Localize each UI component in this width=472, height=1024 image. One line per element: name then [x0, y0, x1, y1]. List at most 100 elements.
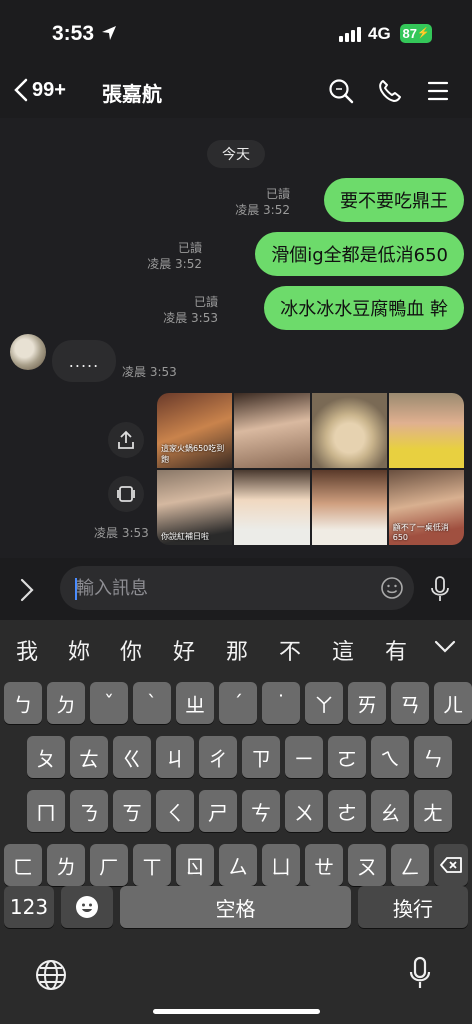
- message-input-field[interactable]: [60, 566, 414, 610]
- zhuyin-key[interactable]: ㄝ: [305, 844, 343, 886]
- contact-avatar[interactable]: [10, 334, 46, 370]
- zhuyin-key[interactable]: ˋ: [133, 682, 171, 724]
- zhuyin-key[interactable]: ㄧ: [285, 736, 323, 778]
- zhuyin-key[interactable]: ㄟ: [371, 736, 409, 778]
- message-time: 凌晨 3:53: [94, 526, 149, 540]
- zhuyin-key[interactable]: ㄌ: [47, 844, 85, 886]
- zhuyin-key[interactable]: ㄒ: [133, 844, 171, 886]
- zhuyin-key[interactable]: ㄔ: [199, 736, 237, 778]
- zhuyin-key[interactable]: ˊ: [219, 682, 257, 724]
- space-key[interactable]: 空格: [120, 886, 351, 928]
- status-bar: 3:53 4G 87 ⚡: [0, 0, 472, 66]
- photo-thumbnail[interactable]: [388, 393, 464, 468]
- candidate-word[interactable]: 我: [16, 634, 38, 666]
- back-button[interactable]: 99+: [14, 78, 66, 102]
- chat-title[interactable]: 張嘉航: [102, 78, 162, 107]
- zhuyin-key[interactable]: ㄕ: [199, 790, 237, 832]
- candidate-word[interactable]: 好: [173, 634, 195, 666]
- candidate-word[interactable]: 這: [332, 634, 354, 666]
- read-receipt: 已讀: [177, 241, 202, 255]
- globe-icon[interactable]: [35, 959, 67, 991]
- zhuyin-key[interactable]: ㄜ: [328, 790, 366, 832]
- emoji-icon[interactable]: [380, 576, 404, 600]
- zhuyin-key[interactable]: ㄞ: [348, 682, 386, 724]
- zhuyin-key[interactable]: ㄅ: [4, 682, 42, 724]
- candidate-word[interactable]: 你: [120, 634, 142, 666]
- zhuyin-key[interactable]: ㄗ: [242, 736, 280, 778]
- photo-thumbnail[interactable]: [234, 470, 310, 545]
- candidate-word[interactable]: 妳: [68, 634, 90, 666]
- microphone-icon[interactable]: [430, 575, 450, 603]
- numbers-key[interactable]: 123: [4, 886, 54, 928]
- photo-thumbnail[interactable]: 你說紅補日啦: [157, 470, 233, 545]
- incoming-message[interactable]: .....: [52, 340, 116, 382]
- zhuyin-key[interactable]: ㄍ: [113, 736, 151, 778]
- zhuyin-key[interactable]: ㄉ: [47, 682, 85, 724]
- zhuyin-key[interactable]: ㄑ: [156, 790, 194, 832]
- chevron-right-icon[interactable]: [20, 578, 34, 602]
- zhuyin-key[interactable]: ㄢ: [391, 682, 429, 724]
- zhuyin-key[interactable]: ㄎ: [113, 790, 151, 832]
- zhuyin-key[interactable]: ˙: [262, 682, 300, 724]
- message-time: 凌晨 3:53: [163, 311, 218, 325]
- photo-caption: 這家火鍋650吃到飽: [161, 444, 225, 464]
- cellular-signal-icon: [339, 27, 361, 42]
- dictation-microphone-icon[interactable]: [409, 956, 431, 990]
- message-meta: 已讀 凌晨 3:53: [163, 294, 218, 326]
- zhuyin-key[interactable]: ㄛ: [328, 736, 366, 778]
- delete-key[interactable]: [434, 844, 468, 886]
- photo-thumbnail[interactable]: 顧不了一桌低消650: [388, 470, 464, 545]
- message-time: 凌晨 3:52: [147, 257, 202, 271]
- message-time: 凌晨 3:53: [122, 365, 177, 379]
- read-receipt: 已讀: [265, 187, 290, 201]
- zhuyin-key[interactable]: ㄆ: [27, 736, 65, 778]
- return-key[interactable]: 換行: [358, 886, 468, 928]
- zhuyin-key[interactable]: ㄇ: [27, 790, 65, 832]
- phone-icon[interactable]: [377, 78, 403, 104]
- photo-thumbnail[interactable]: [311, 393, 387, 468]
- outgoing-message[interactable]: 滑個ig全都是低消650: [255, 232, 464, 276]
- location-arrow-icon: [102, 26, 116, 40]
- zhuyin-key[interactable]: ㄩ: [262, 844, 300, 886]
- candidate-word[interactable]: 不: [279, 634, 301, 666]
- candidate-word[interactable]: 有: [385, 634, 407, 666]
- zhuyin-key[interactable]: ㄡ: [348, 844, 386, 886]
- save-album-button[interactable]: [108, 476, 144, 512]
- status-time: 3:53: [52, 22, 95, 45]
- zhuyin-key[interactable]: ㄚ: [305, 682, 343, 724]
- zhuyin-key[interactable]: ㄐ: [156, 736, 194, 778]
- zhuyin-key[interactable]: ㄘ: [242, 790, 280, 832]
- photo-grid-message[interactable]: 這家火鍋650吃到飽 你說紅補日啦 顧不了一桌低消650: [157, 393, 464, 545]
- outgoing-message[interactable]: 要不要吃鼎王: [324, 178, 464, 222]
- zhuyin-key[interactable]: ㄖ: [176, 844, 214, 886]
- zhuyin-key[interactable]: ㄠ: [371, 790, 409, 832]
- message-meta: 已讀 凌晨 3:52: [235, 186, 290, 218]
- home-indicator: [153, 1009, 320, 1014]
- photo-thumbnail[interactable]: 這家火鍋650吃到飽: [157, 393, 233, 468]
- message-input[interactable]: [76, 566, 366, 610]
- zhuyin-key[interactable]: ˇ: [90, 682, 128, 724]
- zhuyin-key[interactable]: ㄊ: [70, 736, 108, 778]
- chevron-down-icon[interactable]: [434, 640, 456, 654]
- zhuyin-key[interactable]: ㄨ: [285, 790, 323, 832]
- zhuyin-keyboard: 我 妳 你 好 那 不 這 有 ㄅㄉ ˇ ˋ ㄓ ˊ ˙ ㄚㄞㄢㄦㄆㄊㄍㄐㄔㄗㄧㄛㄟㄣㄇㄋㄎ…: [0, 620, 472, 1024]
- zhuyin-key[interactable]: ㄈ: [4, 844, 42, 886]
- zhuyin-key[interactable]: ㄓ: [176, 682, 214, 724]
- photo-thumbnail[interactable]: [311, 470, 387, 545]
- zhuyin-key[interactable]: ㄙ: [219, 844, 257, 886]
- outgoing-message[interactable]: 冰水冰水豆腐鴨血 幹: [264, 286, 464, 330]
- message-list[interactable]: 今天 已讀 凌晨 3:52 要不要吃鼎王 已讀 凌晨 3:52 滑個ig全都是低…: [0, 118, 472, 558]
- candidate-word[interactable]: 那: [226, 634, 248, 666]
- read-receipt: 已讀: [193, 295, 218, 309]
- zhuyin-key[interactable]: ㄦ: [434, 682, 472, 724]
- photo-thumbnail[interactable]: [234, 393, 310, 468]
- emoji-key[interactable]: [61, 886, 113, 928]
- zhuyin-key[interactable]: ㄤ: [414, 790, 452, 832]
- zhuyin-key[interactable]: ㄏ: [90, 844, 128, 886]
- zhuyin-key[interactable]: ㄋ: [70, 790, 108, 832]
- menu-icon[interactable]: [427, 78, 449, 104]
- search-icon[interactable]: [328, 78, 354, 104]
- zhuyin-key[interactable]: ㄥ: [391, 844, 429, 886]
- share-button[interactable]: [108, 422, 144, 458]
- zhuyin-key[interactable]: ㄣ: [414, 736, 452, 778]
